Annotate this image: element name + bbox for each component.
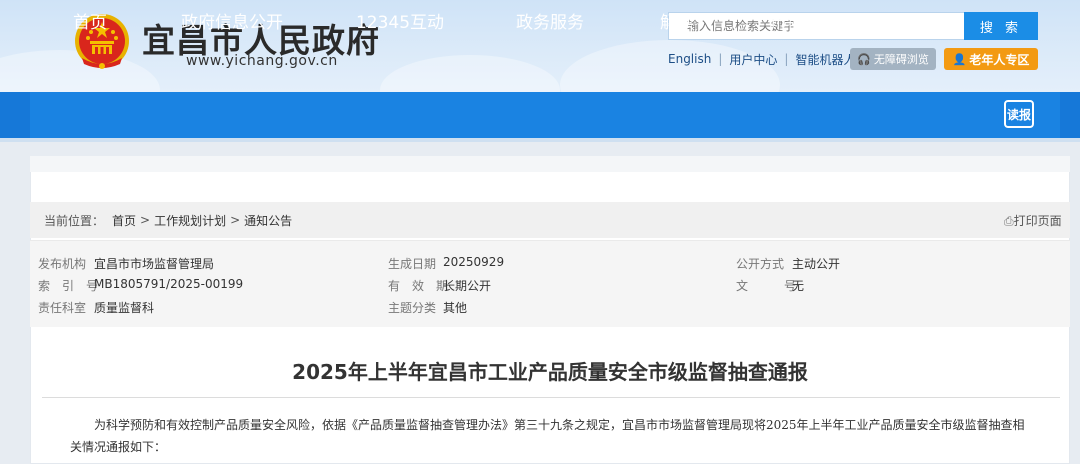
article-paragraph: 为科学预防和有效控制产品质量安全风险，依据《产品质量监督抽查管理办法》第三十九条… [70,418,1025,454]
meta-value-topic: 其他 [443,301,468,315]
printer-icon: ⎙ [1004,214,1014,228]
smart-robot-link[interactable]: 智能机器人 [795,51,855,68]
elder-zone-button[interactable]: 👤 老年人专区 [944,48,1038,70]
nav-item-home[interactable]: 首页 [60,0,120,46]
meta-value-disclosure: 主动公开 [792,257,841,271]
meta-label-index: 索 引 号 [38,279,99,293]
print-page-label: 打印页面 [1013,214,1062,228]
breadcrumb-item-home[interactable]: 首页 [112,212,136,229]
breadcrumb-separator: > [230,213,241,227]
breadcrumb-item-work-plan[interactable]: 工作规划计划 [154,212,226,229]
header-cloud-decoration [380,55,560,92]
nav-item-services[interactable]: 政务服务 [508,0,592,46]
elder-zone-label: 老年人专区 [969,52,1030,67]
print-page-link[interactable]: ⎙打印页面 [1004,212,1062,229]
read-newspaper-icon[interactable]: 读报 [1004,100,1034,128]
meta-value-publisher: 宜昌市市场监督管理局 [94,257,215,271]
link-divider: | [718,52,723,66]
meta-label-disclosure: 公开方式 [736,257,785,271]
accessibility-label: 无障碍浏览 [873,53,929,66]
user-center-link[interactable]: 用户中心 [729,51,777,68]
headphones-icon: 🎧 [857,52,871,66]
meta-value-validity: 长期公开 [443,279,492,293]
nav-item-interpretation[interactable]: 解读 [652,0,702,46]
nav-bottom-band [0,138,1080,142]
meta-value-department: 质量监督科 [94,301,155,315]
search-button[interactable]: 搜 索 [964,12,1038,40]
meta-label-validity: 有 效 期 [388,279,449,293]
meta-label-department: 责任科室 [38,301,87,315]
english-link[interactable]: English [668,52,711,66]
nav-item-12345[interactable]: 12345互动 [350,0,450,46]
meta-label-doc-number: 文 号 [736,279,797,293]
top-links: English | 用户中心 | 智能机器人 [668,49,855,69]
content-card-top [30,156,1070,172]
link-divider: | [784,52,789,66]
accessibility-button[interactable]: 🎧 无障碍浏览 [850,48,936,70]
main-nav-bar [30,92,1060,138]
meta-value-index: MB1805791/2025-00199 [94,277,244,291]
elder-person-icon: 👤 [952,52,967,66]
main-nav [0,92,1080,138]
nav-item-city-info[interactable]: 市情 [762,0,812,46]
breadcrumb-prefix: 当前位置： [44,213,105,228]
nav-item-gov-info[interactable]: 政府信息公开 [176,0,288,46]
title-divider [42,397,1060,398]
site-url: www.yichang.gov.cn [186,53,338,69]
meta-label-publisher: 发布机构 [38,257,87,271]
meta-value-doc-number: 无 [792,279,805,293]
meta-value-date: 20250929 [443,255,505,269]
article-title: 2025年上半年宜昌市工业产品质量安全市级监督抽查通报 [292,360,808,384]
breadcrumb-item-notice[interactable]: 通知公告 [244,212,292,229]
nav-item-open-data[interactable]: 数据开放 [874,0,954,46]
meta-label-date: 生成日期 [388,257,437,271]
meta-label-topic: 主题分类 [388,301,437,315]
breadcrumb: 当前位置： 首页 > 工作规划计划 > 通知公告 [30,202,1070,238]
breadcrumb-separator: > [140,213,151,227]
